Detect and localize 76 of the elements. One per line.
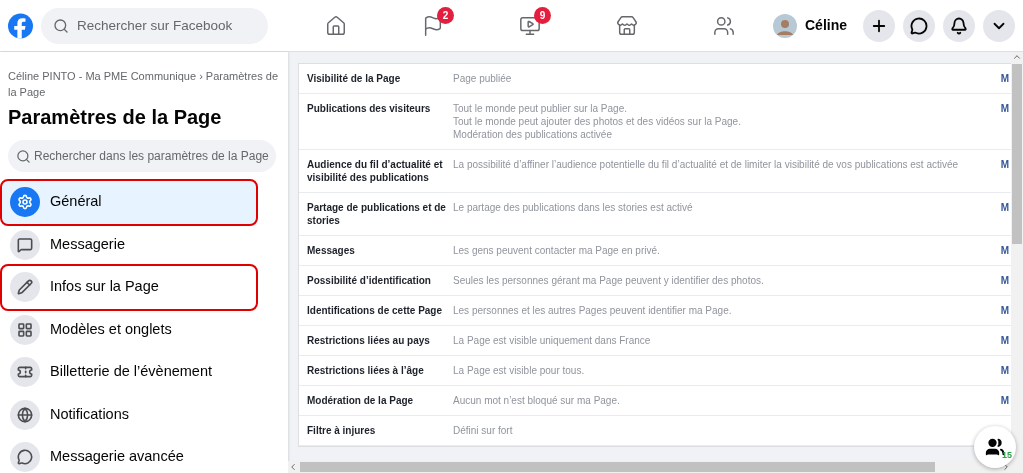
groups-icon <box>713 14 736 37</box>
search-icon <box>53 17 69 34</box>
setting-label: Modération de la Page <box>307 394 415 407</box>
notifications-button[interactable] <box>943 9 975 42</box>
edit-link[interactable]: M <box>1000 102 1009 141</box>
setting-value: Aucun mot n’est bloqué sur ma Page. <box>453 394 620 407</box>
setting-label: Publications des visiteurs <box>307 102 432 116</box>
breadcrumb: Céline PINTO - Ma PME Communique › Paramètres de la Page <box>8 69 279 100</box>
nav-tab[interactable]: 9 <box>482 1 579 50</box>
settings-search-field[interactable]: Rechercher dans les paramètres de la Page <box>8 140 276 172</box>
setting-label: Possibilité d’identification <box>307 274 432 287</box>
globe-icon <box>10 399 40 430</box>
sidebar-item[interactable]: Général <box>2 181 256 224</box>
sidebar-item[interactable]: Messagerie <box>8 223 282 266</box>
video-icon <box>519 14 542 37</box>
contacts-count: 15 <box>1002 448 1012 462</box>
setting-value: Le partage des publications dans les stories est activé <box>453 201 693 214</box>
edit-link[interactable]: M <box>1000 394 1009 407</box>
setting-label: Visibilité de la Page <box>307 72 402 85</box>
settings-icon <box>10 187 40 218</box>
edit-link[interactable]: M <box>1000 274 1009 287</box>
edit-link[interactable]: M <box>1000 334 1009 347</box>
setting-value: La Page est visible pour tous. <box>453 364 585 377</box>
sidebar-item[interactable]: Notifications <box>8 393 282 436</box>
setting-label: Identifications de cette Page <box>307 304 444 317</box>
vertical-scrollbar[interactable] <box>1011 52 1023 461</box>
edit-link[interactable]: M <box>1000 72 1009 85</box>
setting-value: Défini sur fort <box>453 424 513 437</box>
edit-link[interactable]: M <box>1000 201 1009 227</box>
setting-label: Messages <box>307 244 356 257</box>
home-icon <box>325 14 348 37</box>
setting-value: La Page est visible uniquement dans France <box>453 334 651 347</box>
sidebar-item[interactable]: Billetterie de l’évènement <box>8 351 282 394</box>
scroll-up-icon <box>1012 52 1022 62</box>
setting-label: Partage de publications et de stories <box>307 201 447 227</box>
chat-icon <box>10 229 40 260</box>
setting-value: Les personnes et les autres Pages peuvent identifier ma Page. <box>453 304 732 317</box>
edit-link[interactable]: M <box>1000 158 1009 184</box>
page-title: Paramètres de la Page <box>8 105 223 130</box>
sidebar-item[interactable]: Modèles et onglets <box>8 308 282 351</box>
setting-value: Tout le monde peut publier sur la Page. <box>453 102 627 115</box>
setting-value: Modération des publications activée <box>453 128 612 141</box>
setting-value: Page publiée <box>453 72 512 85</box>
setting-label: Restrictions liées au pays <box>307 334 431 347</box>
setting-value: Tout le monde peut ajouter des photos et des vidéos sur la Page. <box>453 115 741 128</box>
sidebar-item[interactable]: Infos sur la Page <box>2 266 256 309</box>
notification-badge: 2 <box>437 6 454 24</box>
grid-icon <box>10 314 40 345</box>
pencil-icon <box>10 272 40 303</box>
account-menu-button[interactable] <box>983 9 1015 42</box>
profile-button[interactable]: Céline <box>773 7 855 44</box>
nav-tab[interactable]: 2 <box>385 1 482 50</box>
edit-link[interactable]: M <box>1000 244 1009 257</box>
add-button[interactable] <box>863 9 895 42</box>
messenger-icon <box>10 442 40 473</box>
messenger-button[interactable] <box>903 9 935 42</box>
scroll-right-icon <box>1001 462 1011 472</box>
ticket-icon <box>10 357 40 388</box>
setting-value: Les gens peuvent contacter ma Page en privé. <box>453 244 660 257</box>
edit-link[interactable]: M <box>1000 304 1009 317</box>
horizontal-scrollbar[interactable] <box>288 461 1023 473</box>
sidebar-item[interactable]: Messagerie avancée <box>8 436 282 473</box>
search-field[interactable]: Rechercher sur Facebook <box>41 7 268 44</box>
notification-badge: 9 <box>534 6 551 24</box>
setting-value: Seules les personnes gérant ma Page peuvent y identifier des photos. <box>453 274 764 287</box>
scroll-left-icon <box>288 462 298 472</box>
bell-icon <box>950 16 968 35</box>
setting-label: Audience du fil d’actualité et visibilité des publications <box>307 158 444 184</box>
setting-label: Filtre à injures <box>307 424 377 437</box>
messenger-icon <box>910 16 928 35</box>
setting-label: Restrictions liées à l’âge <box>307 364 425 377</box>
avatar-icon <box>773 13 797 38</box>
store-icon <box>616 14 639 37</box>
edit-link[interactable]: M <box>1000 364 1009 377</box>
search-icon <box>16 149 31 164</box>
setting-value: La possibilité d’affiner l’audience potentielle du fil d’actualité et de limiter la visibilité de vos publications est activée <box>453 158 959 171</box>
